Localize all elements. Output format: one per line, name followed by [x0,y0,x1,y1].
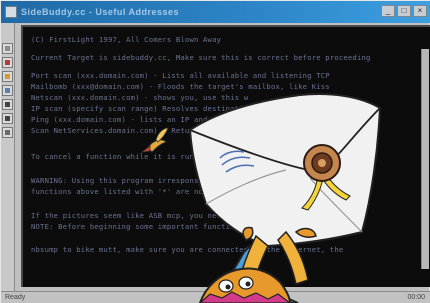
tool-button-4[interactable] [2,85,13,96]
vertical-scrollbar[interactable] [421,49,429,269]
tool-4-icon [5,88,10,93]
terminal-line: Netscan (xxx.domain.com) - shows you, us… [31,93,249,102]
status-clock: 00:00 [407,294,425,301]
tool-button-3[interactable] [2,71,13,82]
tool-button-7[interactable] [2,127,13,138]
window-title: SideBuddy.cc - Useful Addresses [21,7,180,17]
app-icon [5,6,17,18]
tool-button-1[interactable] [2,43,13,54]
tool-button-5[interactable] [2,99,13,110]
tool-5-icon [5,102,10,107]
terminal-line: Port scan (xxx.domain.com) - Lists all a… [31,71,330,80]
tool-1-icon [5,46,10,51]
terminal-line: NOTE: Before beginning some important fu… [31,222,339,231]
tool-3-icon [5,74,10,79]
terminal-line: Mailbomb (xxx@domain.com) - Floods the t… [31,82,330,91]
terminal-line: nbsump to bike mutt, make sure you are c… [31,245,344,254]
terminal-line: If the pictures seem like ASB mcp, you n… [31,211,317,220]
maximize-button[interactable]: □ [397,5,411,17]
terminal-line: WARNING: Using this program irresponsibl… [31,176,294,185]
terminal-line: To cancel a function while it is running… [31,152,276,161]
terminal-line: Current Target is sidebuddy.cc, Make sur… [31,53,371,62]
tool-6-icon [5,116,10,121]
terminal-output[interactable]: (C) FirstLight 1997, All Comers Blown Aw… [21,25,430,287]
vertical-toolbar [1,23,15,293]
status-bar: Ready 00:00 [1,291,430,303]
tool-7-icon [5,130,10,135]
terminal-line: Scan NetServices.domain.com) - Return no… [31,126,235,135]
app-window: SideBuddy.cc - Useful Addresses _ □ × (C… [0,0,430,303]
window-controls: _ □ × [381,5,427,17]
tool-2-icon [5,60,10,65]
title-bar[interactable]: SideBuddy.cc - Useful Addresses _ □ × [1,1,430,23]
tool-button-2[interactable] [2,57,13,68]
close-button[interactable]: × [413,5,427,17]
terminal-line: IP scan (specify scan range) Resolves de… [31,104,312,113]
minimize-button[interactable]: _ [381,5,395,17]
terminal-line: Ping (xxx.domain.com) - lists an IP and … [31,115,249,124]
terminal-line: functions above listed with '*' are not … [31,187,280,196]
tool-button-6[interactable] [2,113,13,124]
status-text: Ready [5,294,26,301]
terminal-line: (C) FirstLight 1997, All Comers Blown Aw… [31,35,222,44]
